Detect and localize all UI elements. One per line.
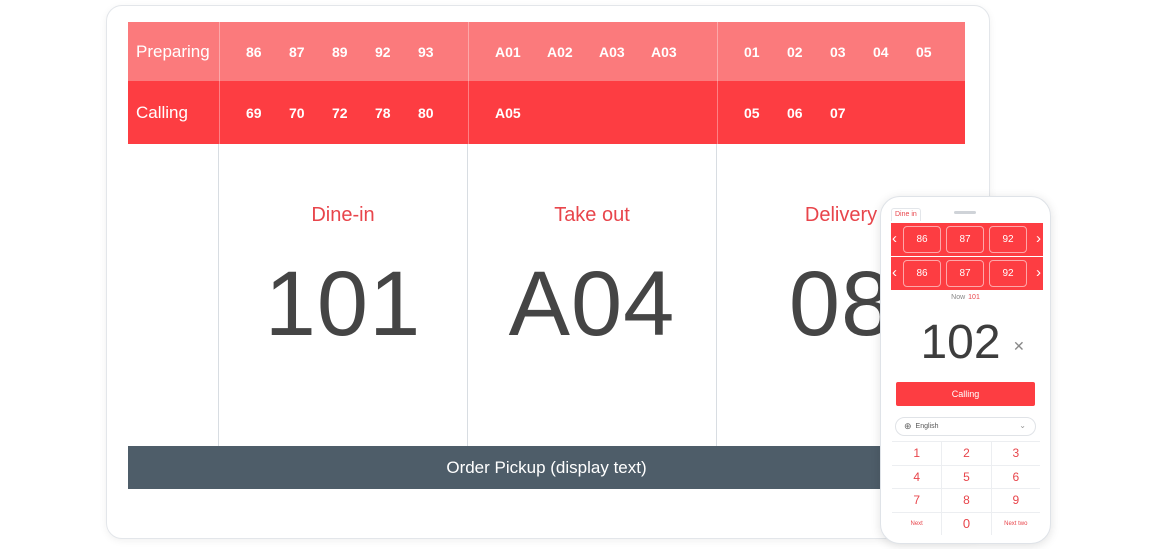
keypad-key-7[interactable]: 7 xyxy=(892,488,942,512)
now-serving-number: A04 xyxy=(508,253,676,355)
now-indicator: Now 101 xyxy=(881,294,1050,301)
order-number: 93 xyxy=(418,43,434,60)
order-number: 70 xyxy=(289,104,305,121)
keypad-key-8[interactable]: 8 xyxy=(941,488,991,512)
order-number: 06 xyxy=(787,104,803,121)
calling-delivery-group: 05 06 07 xyxy=(717,81,965,144)
order-number: A03 xyxy=(599,43,625,60)
language-value: English xyxy=(915,423,939,430)
order-number: A03 xyxy=(651,43,677,60)
keypad-key-3[interactable]: 3 xyxy=(990,441,1040,465)
order-chip[interactable]: 86 xyxy=(903,226,941,253)
keypad-key-2[interactable]: 2 xyxy=(941,441,991,465)
order-number: 01 xyxy=(744,43,760,60)
order-number: A02 xyxy=(547,43,573,60)
order-chip[interactable]: 86 xyxy=(903,260,941,287)
current-number: 102 xyxy=(920,316,1001,369)
now-value: 101 xyxy=(968,294,980,301)
order-number: A05 xyxy=(495,104,521,121)
order-number: 07 xyxy=(830,104,846,121)
order-number: 05 xyxy=(916,43,932,60)
order-number: 69 xyxy=(246,104,262,121)
keypad-key-6[interactable]: 6 xyxy=(990,464,1040,488)
order-number: 89 xyxy=(332,43,348,60)
keypad-key-1[interactable]: 1 xyxy=(892,441,942,465)
calling-carousel: ‹ 86 87 92 › xyxy=(891,257,1043,290)
order-number: 80 xyxy=(418,104,434,121)
column-title: Take out xyxy=(554,204,630,226)
calling-dine-in-group: 69 70 72 78 80 xyxy=(219,81,468,144)
phone-notch xyxy=(954,211,976,214)
next-button[interactable]: Next xyxy=(892,511,942,536)
order-number: A01 xyxy=(495,43,521,60)
column-title: Dine-in xyxy=(311,204,375,226)
label-column-spacer xyxy=(128,144,219,446)
chevron-right-icon[interactable]: › xyxy=(1036,231,1041,246)
dine-in-column: Dine-in 101 xyxy=(219,144,468,446)
number-keypad: 1 2 3 4 5 6 7 8 9 Next 0 Next two xyxy=(892,441,1040,535)
phone-device: Dine in ‹ 86 87 92 › ‹ 86 87 92 › Now 101… xyxy=(880,196,1051,544)
chevron-left-icon[interactable]: ‹ xyxy=(892,231,897,246)
order-number: 78 xyxy=(375,104,391,121)
preparing-delivery-group: 01 02 03 04 05 xyxy=(717,22,965,81)
calling-button[interactable]: Calling xyxy=(896,382,1035,406)
chevron-left-icon[interactable]: ‹ xyxy=(892,265,897,280)
order-number: 92 xyxy=(375,43,391,60)
pickup-display-screen: Preparing 86 87 89 92 93 A01 A02 A03 A03… xyxy=(128,22,965,489)
order-number: 02 xyxy=(787,43,803,60)
tab-dine-in[interactable]: Dine in xyxy=(891,208,921,221)
order-number: 87 xyxy=(289,43,305,60)
take-out-column: Take out A04 xyxy=(468,144,717,446)
now-serving-area: Dine-in 101 Take out A04 Delivery 08 xyxy=(128,144,965,446)
order-number: 05 xyxy=(744,104,760,121)
order-number: 72 xyxy=(332,104,348,121)
preparing-row: Preparing 86 87 89 92 93 A01 A02 A03 A03… xyxy=(128,22,965,81)
footer-display-text: Order Pickup (display text) xyxy=(128,446,965,489)
preparing-dine-in-group: 86 87 89 92 93 xyxy=(219,22,468,81)
order-number: 03 xyxy=(830,43,846,60)
keypad-key-0[interactable]: 0 xyxy=(941,511,991,535)
keypad-key-4[interactable]: 4 xyxy=(892,464,942,489)
order-number: 86 xyxy=(246,43,262,60)
preparing-label: Preparing xyxy=(136,41,210,61)
language-select[interactable]: ⊕ English ⌄ xyxy=(895,417,1036,436)
now-serving-number: 101 xyxy=(264,253,422,355)
keypad-key-9[interactable]: 9 xyxy=(990,488,1040,512)
order-chip[interactable]: 87 xyxy=(946,260,984,287)
calling-row: Calling 69 70 72 78 80 A05 05 06 07 xyxy=(128,81,965,144)
preparing-carousel: ‹ 86 87 92 › xyxy=(891,223,1043,256)
calling-take-out-group: A05 xyxy=(468,81,717,144)
chevron-down-icon: ⌄ xyxy=(1019,421,1026,430)
order-chip[interactable]: 92 xyxy=(989,260,1027,287)
order-chip[interactable]: 92 xyxy=(989,226,1027,253)
calling-label: Calling xyxy=(136,102,188,122)
keypad-key-5[interactable]: 5 xyxy=(941,464,991,488)
now-label: Now xyxy=(951,294,966,301)
chevron-right-icon[interactable]: › xyxy=(1036,265,1041,280)
globe-icon: ⊕ xyxy=(904,421,912,431)
close-icon[interactable]: ✕ xyxy=(1013,338,1025,355)
order-chip[interactable]: 87 xyxy=(946,226,984,253)
preparing-take-out-group: A01 A02 A03 A03 xyxy=(468,22,717,81)
order-number: 04 xyxy=(873,43,889,60)
next-two-button[interactable]: Next two xyxy=(990,511,1040,535)
